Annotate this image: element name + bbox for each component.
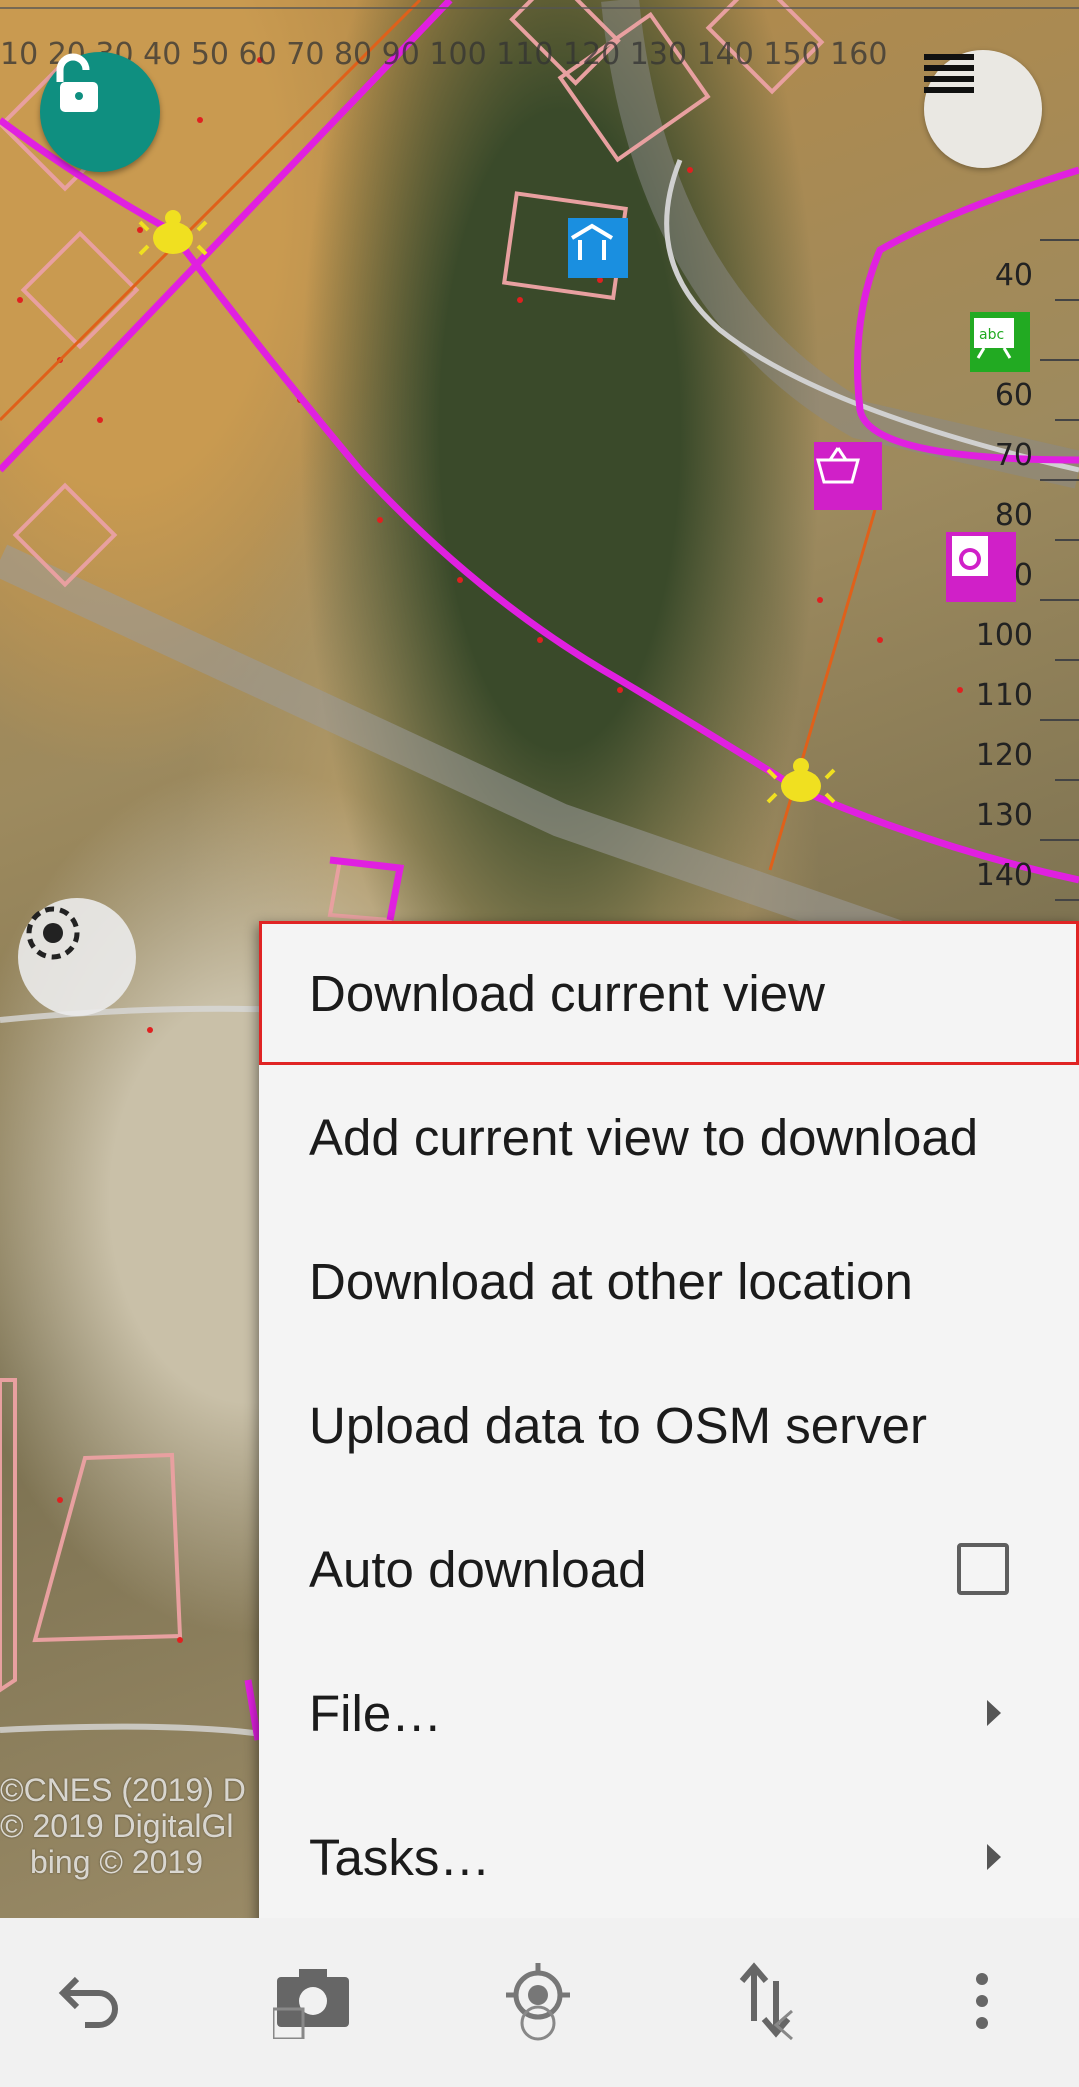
menu-item-label: Add current view to download (309, 1108, 979, 1166)
gps-follow-button[interactable] (478, 1948, 598, 2058)
undo-icon (55, 1971, 125, 2036)
menu-item-label: Upload data to OSM server (309, 1396, 927, 1454)
overflow-menu-button[interactable] (922, 1948, 1042, 2058)
menu-item-label: Download at other location (309, 1252, 913, 1310)
undo-button[interactable] (30, 1948, 150, 2058)
camera-button[interactable] (253, 1948, 373, 2058)
transfer-button[interactable] (710, 1948, 830, 2058)
menu-item-label: File… (309, 1684, 443, 1742)
map-menu-button[interactable] (924, 50, 1042, 168)
bottom-toolbar (0, 1918, 1079, 2087)
scale-label: 70 (994, 438, 1033, 473)
scale-label: 110 (975, 678, 1033, 713)
menu-item-label: Download current view (309, 964, 825, 1022)
menu-item-download-current-view[interactable]: Download current view (259, 921, 1079, 1065)
menu-item-add-current-view[interactable]: Add current view to download (259, 1065, 1079, 1209)
submenu-arrow-icon (987, 1700, 1001, 1726)
shop-basket-icon[interactable] (814, 442, 882, 510)
transfer-menu: Download current view Add current view t… (259, 921, 1079, 1930)
menu-item-download-other-location[interactable]: Download at other location (259, 1209, 1079, 1353)
scale-label: 60 (994, 378, 1033, 413)
auto-download-checkbox[interactable] (957, 1543, 1009, 1595)
menu-item-label: Auto download (309, 1540, 647, 1598)
imagery-attribution: ©CNES (2019) D © 2019 DigitalGl bing © 2… (0, 1772, 246, 1880)
menu-item-file[interactable]: File… (259, 1641, 1079, 1785)
laundry-icon[interactable] (946, 532, 1016, 602)
bug-marker-icon[interactable] (766, 748, 836, 814)
scale-label: 100 (975, 618, 1033, 653)
overflow-menu-icon (972, 1971, 992, 2036)
attribution-line: © 2019 DigitalGl (0, 1808, 234, 1844)
menu-item-label: Tasks… (309, 1828, 491, 1886)
shelter-icon[interactable] (568, 218, 628, 278)
menu-item-tasks[interactable]: Tasks… (259, 1785, 1079, 1929)
scale-label: 80 (994, 498, 1033, 533)
camera-icon (271, 1963, 353, 2044)
scale-label: 130 (975, 798, 1033, 833)
menu-item-upload-data[interactable]: Upload data to OSM server (259, 1353, 1079, 1497)
school-icon[interactable]: abc (970, 312, 1030, 372)
menu-item-auto-download[interactable]: Auto download (259, 1497, 1079, 1641)
lock-button[interactable] (40, 52, 160, 172)
attribution-line: ©CNES (2019) D (0, 1772, 246, 1808)
attribution-line: bing © 2019 (30, 1844, 204, 1880)
svg-text:abc: abc (979, 327, 1004, 343)
bug-marker-icon[interactable] (138, 200, 208, 266)
gps-button[interactable] (18, 898, 136, 1016)
scale-label: 140 (975, 858, 1033, 893)
submenu-arrow-icon (987, 1844, 1001, 1870)
gps-follow-icon (498, 1961, 578, 2046)
transfer-icon (730, 1961, 810, 2046)
scale-label: 40 (994, 258, 1033, 293)
scale-label: 120 (975, 738, 1033, 773)
